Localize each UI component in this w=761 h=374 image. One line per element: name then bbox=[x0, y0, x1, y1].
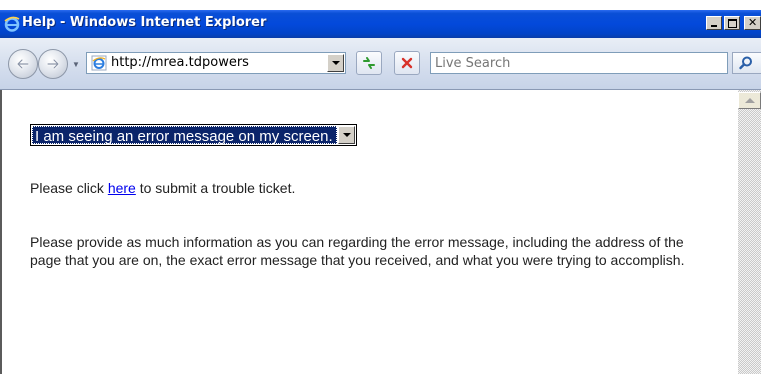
search-input[interactable] bbox=[431, 53, 725, 73]
stop-icon bbox=[401, 57, 413, 69]
instructions-paragraph: Please provide as much information as yo… bbox=[30, 234, 685, 268]
browser-window: Help - Windows Internet Explorer ▼ bbox=[0, 0, 761, 374]
page-viewport: I am seeing an error message on my scree… bbox=[0, 90, 761, 374]
minimize-icon[interactable] bbox=[706, 16, 722, 30]
address-dropdown-icon[interactable] bbox=[327, 54, 344, 72]
address-bar[interactable]: http://mrea.tdpowers bbox=[86, 52, 346, 74]
search-icon bbox=[739, 56, 752, 70]
back-arrow-icon bbox=[16, 58, 30, 70]
scroll-up-arrow-icon[interactable] bbox=[738, 92, 761, 109]
refresh-button[interactable] bbox=[356, 51, 382, 75]
search-button[interactable] bbox=[732, 52, 761, 74]
title-bar: Help - Windows Internet Explorer bbox=[0, 10, 761, 38]
ticket-prefix: Please click bbox=[30, 180, 108, 196]
refresh-icon bbox=[363, 57, 375, 69]
window-title: Help - Windows Internet Explorer bbox=[22, 15, 267, 30]
maximize-icon[interactable] bbox=[724, 16, 740, 30]
topic-dropdown-icon[interactable] bbox=[337, 126, 355, 144]
stop-button[interactable] bbox=[394, 51, 420, 75]
ticket-paragraph: Please click here to submit a trouble ti… bbox=[30, 179, 295, 197]
ie-logo-icon bbox=[4, 16, 20, 32]
help-topic-select[interactable]: I am seeing an error message on my scree… bbox=[30, 124, 357, 146]
ticket-suffix: to submit a trouble ticket. bbox=[135, 180, 296, 196]
forward-arrow-icon bbox=[46, 58, 60, 70]
address-url[interactable]: http://mrea.tdpowers bbox=[111, 55, 317, 70]
back-button[interactable] bbox=[8, 49, 38, 79]
selected-topic[interactable]: I am seeing an error message on my scree… bbox=[32, 126, 337, 145]
search-box[interactable] bbox=[430, 52, 728, 74]
close-icon[interactable] bbox=[744, 16, 761, 30]
page-icon bbox=[91, 55, 107, 71]
recent-pages-dropdown-icon[interactable]: ▼ bbox=[72, 60, 80, 69]
navigation-toolbar: ▼ http://mrea.tdpowers bbox=[0, 38, 761, 90]
submit-ticket-link[interactable]: here bbox=[108, 180, 136, 196]
vertical-scrollbar[interactable] bbox=[738, 90, 761, 374]
forward-button[interactable] bbox=[38, 49, 68, 79]
